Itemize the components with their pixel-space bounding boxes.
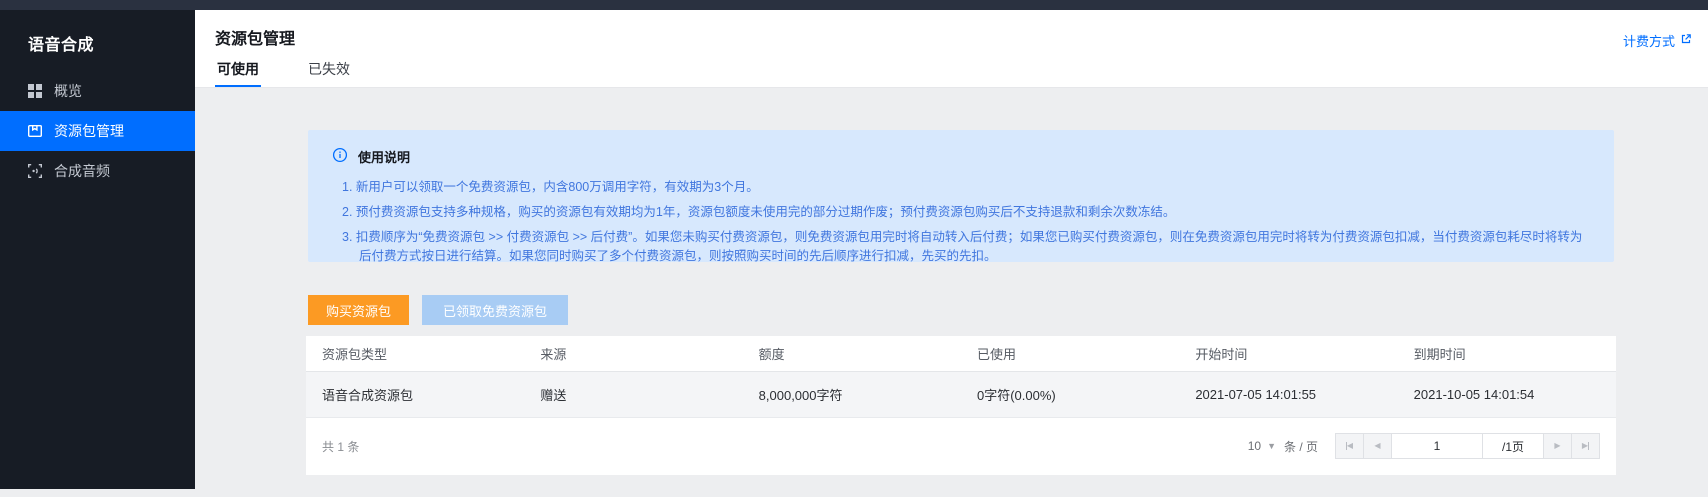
table-footer: 共 1 条 10 ▼ 条 / 页 ◀ ◀ /1页 ▶ ▶ (306, 418, 1616, 474)
next-page-icon: ▶ (1554, 442, 1560, 450)
prev-page-icon: ◀ (1374, 442, 1380, 450)
page-number-input[interactable] (1391, 433, 1483, 459)
sidebar-title: 语音合成 (0, 10, 195, 71)
chevron-down-icon: ▼ (1267, 441, 1276, 451)
sidebar: 语音合成 概览 资源包管理 合成音频 (0, 10, 195, 489)
cell-source: 赠送 (524, 385, 742, 404)
action-button-row: 购买资源包 已领取免费资源包 (308, 295, 568, 325)
sidebar-item-overview[interactable]: 概览 (0, 71, 195, 111)
first-page-icon: ◀ (1347, 442, 1353, 450)
prev-page-button[interactable]: ◀ (1363, 433, 1392, 459)
last-page-icon (1588, 442, 1589, 450)
pager-button-group: ◀ ◀ /1页 ▶ ▶ (1336, 433, 1600, 459)
top-bar (0, 0, 1708, 10)
cell-used: 0字符(0.00%) (961, 385, 1179, 404)
page-title: 资源包管理 (215, 25, 295, 49)
sidebar-item-resource-packages[interactable]: 资源包管理 (0, 111, 195, 151)
sidebar-item-label: 概览 (54, 81, 82, 101)
tab-expired[interactable]: 已失效 (306, 55, 352, 87)
external-link-icon (1680, 33, 1692, 48)
info-icon (332, 147, 348, 166)
sidebar-item-synth-audio[interactable]: 合成音频 (0, 151, 195, 191)
notice-item: 1. 新用户可以领取一个免费资源包，内含800万调用字符，有效期为3个月。 (342, 178, 1590, 197)
tab-bar: 可使用 已失效 (215, 55, 397, 87)
usage-notice-box: 使用说明 1. 新用户可以领取一个免费资源包，内含800万调用字符，有效期为3个… (308, 130, 1614, 262)
billing-link-label: 计费方式 (1623, 31, 1675, 50)
first-page-button[interactable]: ◀ (1335, 433, 1364, 459)
column-header-expire-time: 到期时间 (1398, 344, 1616, 363)
column-header-start-time: 开始时间 (1179, 344, 1397, 363)
package-icon (27, 123, 43, 139)
page-header: 资源包管理 计费方式 可使用 已失效 (195, 10, 1708, 88)
sidebar-item-label: 合成音频 (54, 161, 110, 181)
cell-start-time: 2021-07-05 14:01:55 (1179, 387, 1397, 402)
audio-icon (27, 163, 43, 179)
resource-package-table: 资源包类型 来源 额度 已使用 开始时间 到期时间 语音合成资源包 赠送 8,0… (306, 336, 1616, 475)
page-size-select[interactable]: 10 ▼ 条 / 页 (1248, 438, 1318, 455)
last-page-button[interactable]: ▶ (1571, 433, 1600, 459)
column-header-used: 已使用 (961, 344, 1179, 363)
column-header-quota: 额度 (743, 344, 961, 363)
total-count-label: 共 1 条 (322, 438, 359, 455)
table-header-row: 资源包类型 来源 额度 已使用 开始时间 到期时间 (306, 336, 1616, 372)
notice-item: 3. 扣费顺序为“免费资源包 >> 付费资源包 >> 后付费”。如果您未购买付费… (342, 228, 1590, 266)
per-page-label: 条 / 页 (1284, 438, 1318, 455)
cell-expire-time: 2021-10-05 14:01:54 (1398, 387, 1616, 402)
next-page-button[interactable]: ▶ (1543, 433, 1572, 459)
grid-icon (27, 83, 43, 99)
free-package-claimed-button: 已领取免费资源包 (422, 295, 568, 325)
cell-quota: 8,000,000字符 (743, 385, 961, 404)
notice-title: 使用说明 (358, 147, 410, 166)
notice-header: 使用说明 (332, 147, 1590, 166)
pagination-controls: 10 ▼ 条 / 页 ◀ ◀ /1页 ▶ ▶ (1248, 433, 1600, 459)
buy-resource-package-button[interactable]: 购买资源包 (308, 295, 409, 325)
page-size-value: 10 (1248, 439, 1261, 453)
column-header-type: 资源包类型 (306, 344, 524, 363)
column-header-source: 来源 (524, 344, 742, 363)
notice-item: 2. 预付费资源包支持多种规格，购买的资源包有效期均为1年，资源包额度未使用完的… (342, 203, 1590, 222)
tab-usable[interactable]: 可使用 (215, 55, 261, 87)
total-pages-label: /1页 (1482, 433, 1544, 459)
notice-list: 1. 新用户可以领取一个免费资源包，内含800万调用字符，有效期为3个月。 2.… (342, 178, 1590, 266)
cell-package-type: 语音合成资源包 (306, 385, 524, 404)
sidebar-item-label: 资源包管理 (54, 121, 124, 141)
table-row: 语音合成资源包 赠送 8,000,000字符 0字符(0.00%) 2021-0… (306, 372, 1616, 418)
billing-method-link[interactable]: 计费方式 (1623, 31, 1692, 50)
